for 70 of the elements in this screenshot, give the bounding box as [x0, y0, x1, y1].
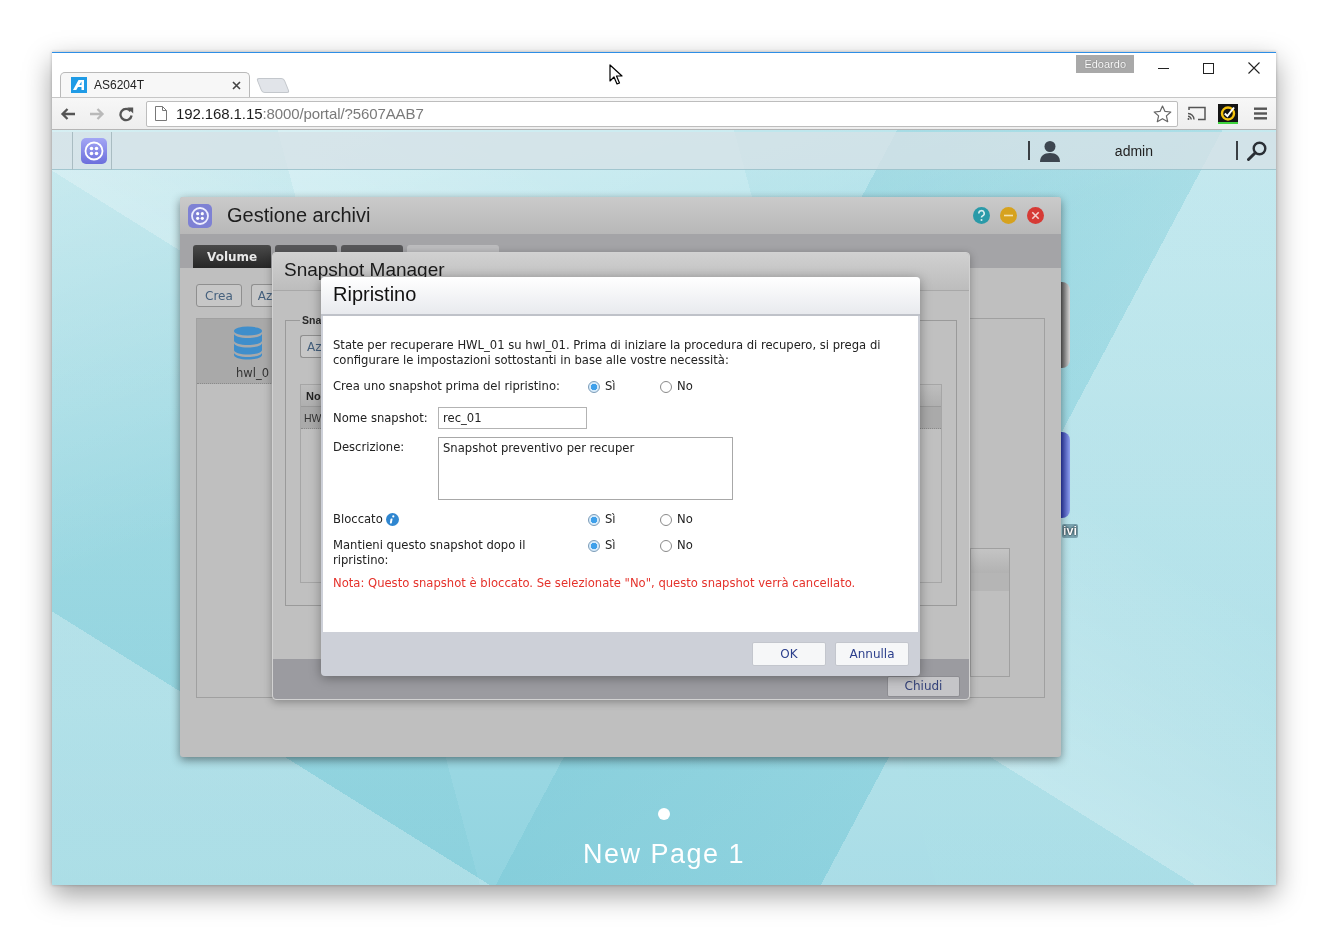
- address-bar[interactable]: 192.168.1.15:8000/portal/?5607AAB7: [146, 100, 1178, 127]
- app-label: ivi: [1062, 524, 1078, 538]
- cast-icon: [1186, 106, 1206, 121]
- checkmark-badge-icon: [1218, 103, 1238, 124]
- table-cell: HW: [304, 411, 322, 424]
- user-icon[interactable]: [1038, 139, 1061, 162]
- radio-button[interactable]: [660, 513, 672, 526]
- tab[interactable]: [275, 245, 338, 252]
- field-label: Nome snapshot:: [333, 410, 428, 426]
- menu-icon: [1253, 107, 1267, 120]
- help-icon[interactable]: [973, 207, 990, 224]
- input-field[interactable]: rec_01: [438, 407, 587, 429]
- page-title: New Page 1: [582, 838, 746, 870]
- back-arrow-icon: [60, 106, 76, 121]
- database-icon: [233, 326, 263, 360]
- field-label: Mantieni questo snapshot dopo il ripristino:: [333, 538, 527, 568]
- radio-label: Sì: [605, 538, 616, 553]
- tab-title: AS6204T: [94, 78, 146, 92]
- logo-icon: [71, 77, 87, 93]
- url-text: 192.168.1.15:8000/portal/?5607AAB7: [176, 105, 424, 122]
- volume-item[interactable]: hwl_0: [197, 319, 273, 384]
- radio-button[interactable]: [588, 513, 600, 526]
- browser-tab[interactable]: AS6204T: [60, 72, 250, 97]
- forward-arrow-icon: [89, 106, 105, 121]
- toolbar-button[interactable]: Az: [250, 284, 273, 307]
- page-dot[interactable]: [658, 808, 670, 820]
- intro-text: State per recuperare HWL_01 su hwl_01. Prima di iniziare la procedura di recupero, si prega di configurare le impostazioni sottostanti in base alle vostre necessità:: [333, 338, 882, 368]
- field-label: Bloccato: [333, 512, 383, 527]
- close-icon: [1247, 62, 1260, 74]
- close-button[interactable]: Chiudi: [887, 676, 960, 697]
- star-icon[interactable]: [1153, 104, 1172, 123]
- minimize-icon[interactable]: [1000, 207, 1017, 224]
- maximize-icon: [1203, 62, 1214, 74]
- textarea-field[interactable]: Snapshot preventivo per recuper: [438, 437, 733, 500]
- radio-label: No: [677, 512, 693, 527]
- app-icon[interactable]: [81, 137, 107, 164]
- radio-button[interactable]: [660, 380, 672, 393]
- radio-label: No: [677, 538, 693, 553]
- page-icon: [155, 106, 167, 121]
- radio-button[interactable]: [660, 539, 672, 552]
- search-icon[interactable]: [1247, 140, 1267, 161]
- tab[interactable]: [341, 245, 404, 252]
- window-title: Gestione archivi: [227, 204, 371, 227]
- warning-note: Nota: Questo snapshot è bloccato. Se selezionate "No", questo snapshot verrà cancellato.: [333, 576, 857, 591]
- reload-icon: [118, 105, 134, 122]
- radio-label: No: [677, 379, 693, 394]
- volume-label: hwl_0: [236, 366, 269, 380]
- user-name: admin: [1114, 142, 1153, 159]
- app-icon[interactable]: [1061, 282, 1070, 368]
- group-title: Sna: [301, 314, 323, 326]
- toolbar-button[interactable]: Az: [300, 335, 322, 358]
- cancel-button[interactable]: Annulla: [835, 642, 909, 666]
- info-icon[interactable]: [385, 513, 399, 526]
- ok-button[interactable]: OK: [752, 642, 826, 666]
- tab[interactable]: Volume: [193, 245, 272, 268]
- cursor-icon: [609, 64, 623, 85]
- column-header: No: [306, 389, 321, 402]
- close-icon[interactable]: [232, 80, 241, 90]
- minimize-icon: [1158, 67, 1169, 69]
- radio-label: Sì: [605, 512, 616, 527]
- app-icon: [188, 203, 212, 228]
- field-label: Descrizione:: [333, 439, 405, 455]
- window-title: Snapshot Manager: [284, 259, 445, 280]
- field-label: Crea uno snapshot prima del ripristino:: [333, 379, 560, 394]
- dialog-title: Ripristino: [333, 283, 417, 306]
- toolbar-button[interactable]: Crea: [196, 284, 242, 307]
- radio-button[interactable]: [588, 380, 600, 393]
- app-icon[interactable]: [1061, 432, 1070, 518]
- radio-button[interactable]: [588, 539, 600, 552]
- radio-label: Sì: [605, 379, 616, 394]
